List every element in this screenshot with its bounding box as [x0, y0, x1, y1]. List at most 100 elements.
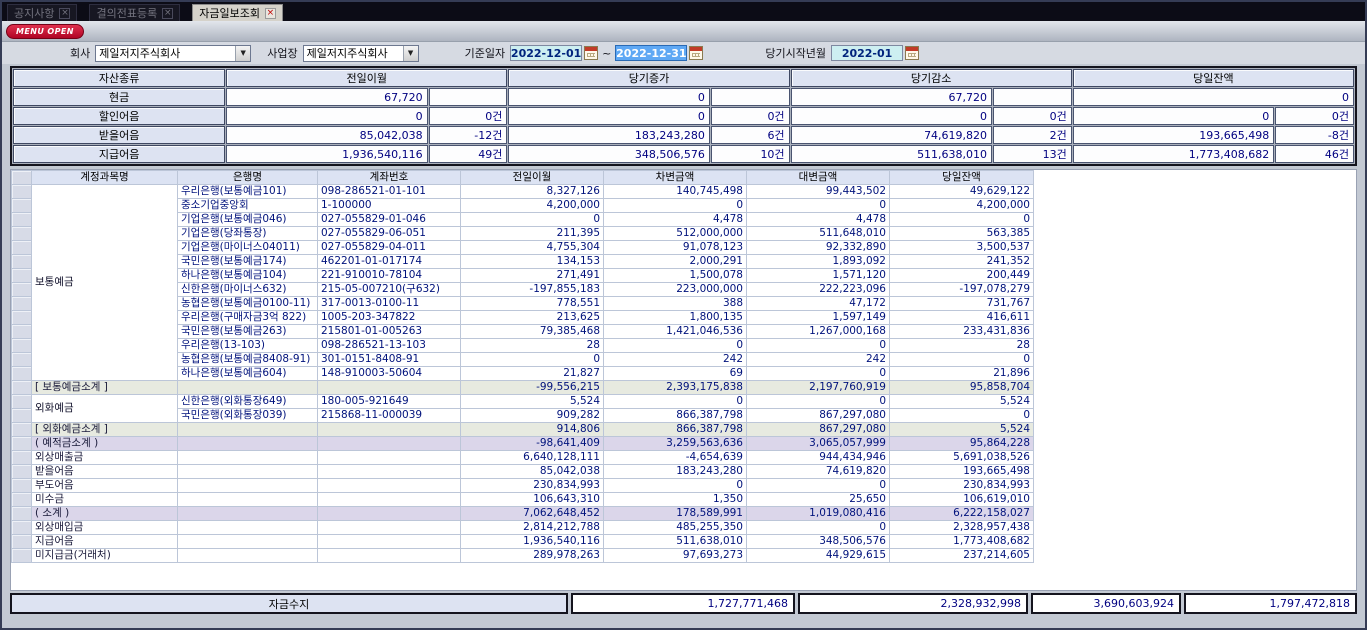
credit-amount-cell[interactable]: 348,506,576: [747, 535, 890, 549]
debit-amount-cell[interactable]: 0: [604, 479, 747, 493]
row-selector[interactable]: [12, 493, 32, 507]
debit-amount-cell[interactable]: 69: [604, 367, 747, 381]
account-number-cell[interactable]: 027-055829-01-046: [318, 213, 461, 227]
count-cell[interactable]: 0건: [993, 107, 1072, 125]
amount-cell[interactable]: 0: [508, 107, 709, 125]
debit-amount-cell[interactable]: 866,387,798: [604, 423, 747, 437]
row-selector[interactable]: [12, 227, 32, 241]
prev-balance-cell[interactable]: 0: [461, 213, 604, 227]
prev-balance-cell[interactable]: 778,551: [461, 297, 604, 311]
daily-balance-cell[interactable]: 106,619,010: [890, 493, 1034, 507]
credit-amount-cell[interactable]: 944,434,946: [747, 451, 890, 465]
prev-balance-cell[interactable]: 914,806: [461, 423, 604, 437]
account-number-cell[interactable]: 098-286521-01-101: [318, 185, 461, 199]
account-number-cell[interactable]: [318, 479, 461, 493]
account-name-cell[interactable]: ( 소계 ): [32, 507, 178, 521]
bank-name-cell[interactable]: 신한은행(마이너스632): [178, 283, 318, 297]
amount-cell[interactable]: 67,720: [791, 88, 992, 106]
prev-balance-cell[interactable]: 230,834,993: [461, 479, 604, 493]
daily-balance-cell[interactable]: 731,767: [890, 297, 1034, 311]
row-selector[interactable]: [12, 255, 32, 269]
count-cell[interactable]: [711, 88, 790, 106]
amount-cell[interactable]: 1,936,540,116: [226, 145, 427, 163]
bank-name-cell[interactable]: 농협은행(보통예금8408-91): [178, 353, 318, 367]
bank-name-cell[interactable]: 우리은행(13-103): [178, 339, 318, 353]
prev-balance-cell[interactable]: 28: [461, 339, 604, 353]
account-number-cell[interactable]: 215-05-007210(구632): [318, 283, 461, 297]
bank-name-cell[interactable]: 농협은행(보통예금0100-11): [178, 297, 318, 311]
amount-cell[interactable]: 0: [508, 88, 709, 106]
row-selector[interactable]: [12, 381, 32, 395]
prev-balance-cell[interactable]: -197,855,183: [461, 283, 604, 297]
daily-balance-cell[interactable]: 5,691,038,526: [890, 451, 1034, 465]
close-icon[interactable]: ×: [162, 8, 173, 19]
calendar-icon[interactable]: [905, 46, 919, 60]
daily-balance-cell[interactable]: 230,834,993: [890, 479, 1034, 493]
bank-name-cell[interactable]: 우리은행(구매자금3억 822): [178, 311, 318, 325]
credit-amount-cell[interactable]: 867,297,080: [747, 423, 890, 437]
credit-amount-cell[interactable]: 0: [747, 339, 890, 353]
amount-cell[interactable]: 0: [226, 107, 427, 125]
bank-name-cell[interactable]: 기업은행(보통예금046): [178, 213, 318, 227]
daily-balance-cell[interactable]: 416,611: [890, 311, 1034, 325]
account-number-cell[interactable]: 215801-01-005263: [318, 325, 461, 339]
debit-amount-cell[interactable]: 2,000,291: [604, 255, 747, 269]
account-number-cell[interactable]: [318, 437, 461, 451]
bank-name-cell[interactable]: [178, 479, 318, 493]
row-selector[interactable]: [12, 283, 32, 297]
account-number-cell[interactable]: [318, 423, 461, 437]
count-cell[interactable]: 46건: [1275, 145, 1354, 163]
bank-name-cell[interactable]: 하나은행(보통예금604): [178, 367, 318, 381]
count-cell[interactable]: 49건: [429, 145, 508, 163]
row-selector[interactable]: [12, 269, 32, 283]
account-number-cell[interactable]: 027-055829-06-051: [318, 227, 461, 241]
debit-amount-cell[interactable]: 866,387,798: [604, 409, 747, 423]
table-row[interactable]: [ 외화예금소계 ]914,806866,387,798867,297,0805…: [12, 423, 1034, 437]
row-selector[interactable]: [12, 199, 32, 213]
credit-amount-cell[interactable]: 0: [747, 395, 890, 409]
bank-name-cell[interactable]: 우리은행(보통예금101): [178, 185, 318, 199]
table-row[interactable]: 보통예금우리은행(보통예금101)098-286521-01-1018,327,…: [12, 185, 1034, 199]
account-number-cell[interactable]: [318, 493, 461, 507]
daily-balance-cell[interactable]: 2,328,957,438: [890, 521, 1034, 535]
row-selector[interactable]: [12, 521, 32, 535]
debit-amount-cell[interactable]: 511,638,010: [604, 535, 747, 549]
table-row[interactable]: 외화예금신한은행(외화통장649)180-005-9216495,524005,…: [12, 395, 1034, 409]
account-number-cell[interactable]: 462201-01-017174: [318, 255, 461, 269]
daily-balance-cell[interactable]: 193,665,498: [890, 465, 1034, 479]
bank-name-cell[interactable]: [178, 549, 318, 563]
credit-amount-cell[interactable]: 1,893,092: [747, 255, 890, 269]
tab-daily-fund-report[interactable]: 자금일보조회 ×: [192, 4, 283, 21]
debit-amount-cell[interactable]: 223,000,000: [604, 283, 747, 297]
count-cell[interactable]: 10건: [711, 145, 790, 163]
count-cell[interactable]: [993, 88, 1072, 106]
credit-amount-cell[interactable]: 2,197,760,919: [747, 381, 890, 395]
prev-balance-cell[interactable]: -99,556,215: [461, 381, 604, 395]
date-from-input[interactable]: 2022-12-01: [510, 45, 582, 61]
row-selector[interactable]: [12, 507, 32, 521]
account-number-cell[interactable]: [318, 535, 461, 549]
account-number-cell[interactable]: [318, 507, 461, 521]
credit-amount-cell[interactable]: 25,650: [747, 493, 890, 507]
credit-amount-cell[interactable]: 0: [747, 521, 890, 535]
tab-voucher-entry[interactable]: 결의전표등록 ×: [89, 4, 180, 21]
prev-balance-cell[interactable]: -98,641,409: [461, 437, 604, 451]
credit-amount-cell[interactable]: 4,478: [747, 213, 890, 227]
count-cell[interactable]: -12건: [429, 126, 508, 144]
account-name-cell[interactable]: 부도어음: [32, 479, 178, 493]
row-selector[interactable]: [12, 549, 32, 563]
table-row[interactable]: 지급어음1,936,540,116511,638,010348,506,5761…: [12, 535, 1034, 549]
daily-balance-cell[interactable]: 5,524: [890, 395, 1034, 409]
bank-name-cell[interactable]: [178, 437, 318, 451]
account-name-cell[interactable]: [ 보통예금소계 ]: [32, 381, 178, 395]
debit-amount-cell[interactable]: 1,350: [604, 493, 747, 507]
row-selector[interactable]: [12, 535, 32, 549]
amount-cell[interactable]: 1,773,408,682: [1073, 145, 1274, 163]
bank-name-cell[interactable]: [178, 493, 318, 507]
row-selector[interactable]: [12, 395, 32, 409]
daily-balance-cell[interactable]: 21,896: [890, 367, 1034, 381]
bank-name-cell[interactable]: [178, 381, 318, 395]
debit-amount-cell[interactable]: 178,589,991: [604, 507, 747, 521]
debit-amount-cell[interactable]: -4,654,639: [604, 451, 747, 465]
row-selector[interactable]: [12, 185, 32, 199]
